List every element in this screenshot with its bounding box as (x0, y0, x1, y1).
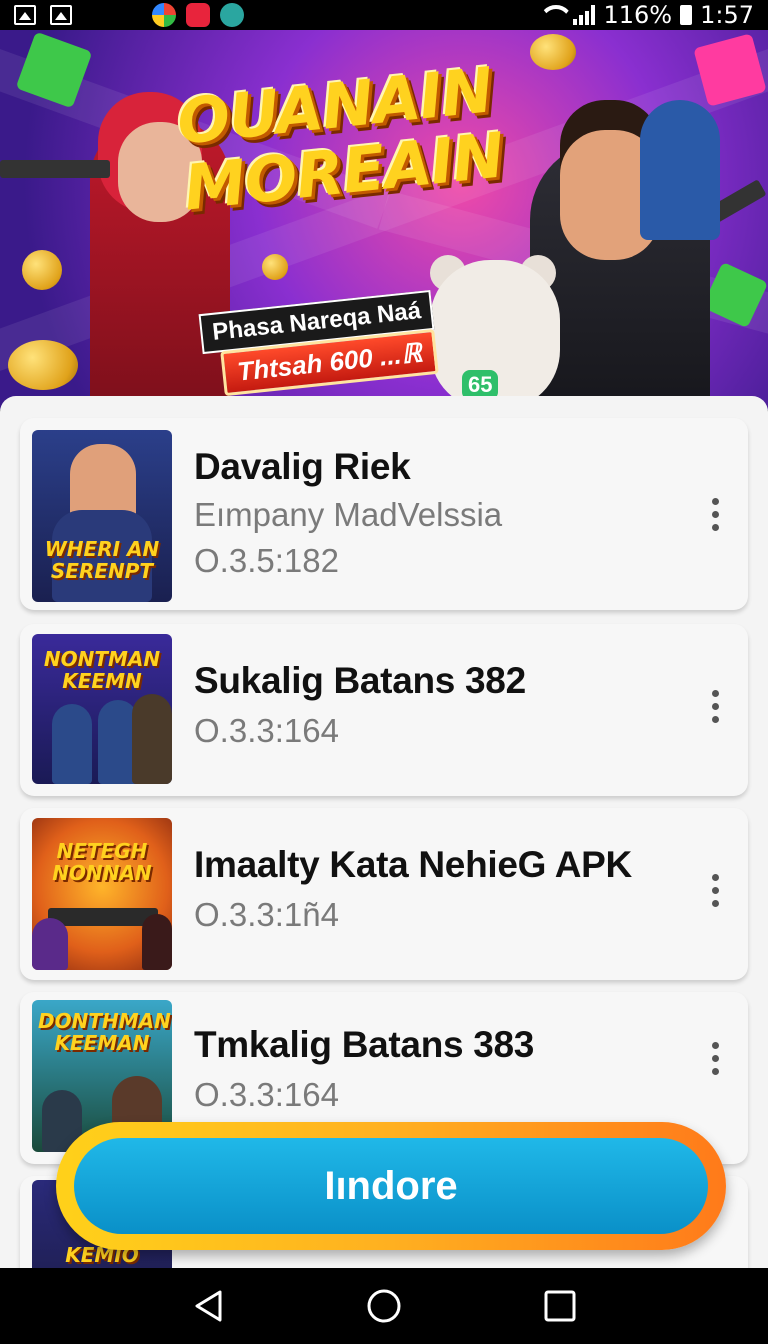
thumbnail-label: DONTHMAN KEEMAN (38, 1009, 171, 1055)
navigation-bar (0, 1268, 768, 1344)
item-publisher: Eımpany MadVelssia (194, 496, 503, 533)
more-options-icon[interactable] (708, 690, 722, 723)
clock: 1:57 (700, 1, 754, 29)
list-item[interactable]: NETEGH NONNAN Imaalty Kata NehieG APK O.… (20, 808, 748, 980)
thumbnail-label: WHERI AN SERENPT (44, 537, 160, 583)
coin-icon (262, 254, 288, 280)
character-hooded (640, 100, 720, 240)
banner-title: OUANAIN MOREAIN (174, 51, 566, 224)
recents-icon[interactable] (540, 1286, 580, 1326)
primary-action-button[interactable]: Iındore (74, 1138, 708, 1234)
more-options-icon[interactable] (708, 1042, 722, 1075)
promo-banner[interactable]: 65 OUANAIN MOREAIN Phasa Nareqa Naá Thts… (0, 30, 768, 410)
gallery-icon (14, 5, 36, 25)
status-app-icons (152, 3, 244, 27)
back-icon[interactable] (188, 1286, 228, 1326)
list-item[interactable]: WHERI AN SERENPT Davalig Riek Eımpany Ma… (20, 418, 748, 610)
battery-percent: 116% (603, 1, 673, 29)
gun-icon (0, 160, 110, 178)
wifi-icon (539, 5, 565, 25)
coin-icon (8, 340, 78, 390)
thumbnail-label: NETEGH NONNAN (52, 839, 152, 885)
coin-icon (22, 250, 62, 290)
app-icon-1 (152, 3, 176, 27)
item-version: O.3.3:164 (194, 1076, 339, 1113)
item-version: O.3.5:182 (194, 542, 339, 579)
app-icon-2 (186, 3, 210, 27)
item-version: O.3.3:1ñ4 (194, 896, 339, 933)
status-right: 116% 1:57 (539, 1, 754, 29)
status-bar: 116% 1:57 (0, 0, 768, 30)
item-title: Imaalty Kata NehieG APK (194, 844, 632, 885)
gallery-icon (50, 5, 72, 25)
more-options-icon[interactable] (708, 498, 722, 531)
status-notifications (14, 5, 72, 25)
battery-icon (680, 5, 693, 25)
list-item[interactable]: NONTMAN KEEMN Sukalig Batans 382 O.3.3:1… (20, 624, 748, 796)
item-title: Sukalig Batans 382 (194, 660, 526, 701)
item-title: Davalig Riek (194, 446, 411, 487)
item-title: Tmkalig Batans 383 (194, 1024, 535, 1065)
app-icon-3 (220, 3, 244, 27)
app-thumbnail: WHERI AN SERENPT (32, 430, 172, 602)
item-version: O.3.3:164 (194, 712, 339, 749)
app-thumbnail: NETEGH NONNAN (32, 818, 172, 970)
thumbnail-label: NONTMAN KEEMN (43, 647, 161, 693)
signal-icon (573, 5, 596, 25)
home-icon[interactable] (364, 1286, 404, 1326)
app-thumbnail: NONTMAN KEEMN (32, 634, 172, 784)
more-options-icon[interactable] (708, 874, 722, 907)
